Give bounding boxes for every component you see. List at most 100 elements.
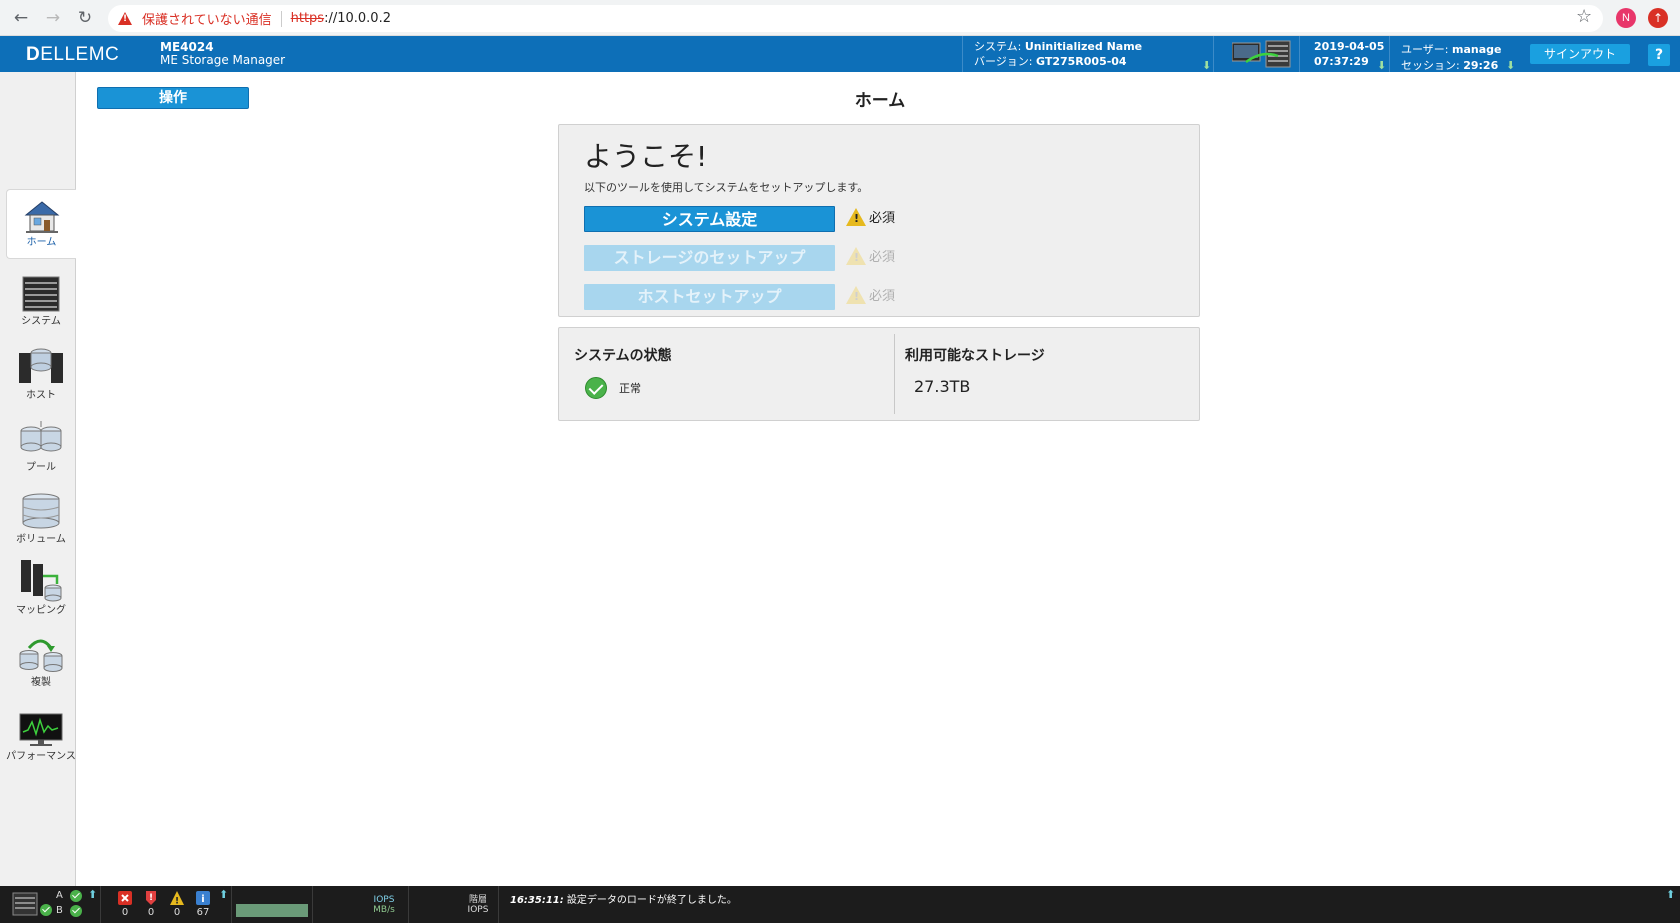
date-time[interactable]: 2019-04-05 07:37:29 bbox=[1314, 39, 1384, 69]
system-dropdown-icon[interactable]: ⬇ bbox=[1202, 59, 1211, 72]
datetime-dropdown-icon[interactable]: ⬇ bbox=[1377, 59, 1386, 72]
sidebar-item-label: マッピング bbox=[16, 605, 66, 616]
storage-system-icon bbox=[22, 276, 60, 312]
iops-mbs-label[interactable]: IOPS MB/s bbox=[368, 895, 400, 915]
home-icon bbox=[24, 201, 59, 233]
available-storage-value: 27.3TB bbox=[914, 377, 971, 396]
system-settings-button[interactable]: システム設定 bbox=[584, 206, 835, 232]
operations-button[interactable]: 操作 bbox=[97, 87, 249, 109]
activity-bar bbox=[236, 904, 308, 917]
svg-text:!: ! bbox=[175, 897, 179, 906]
storage-setup-button[interactable]: ストレージのセットアップ bbox=[584, 245, 835, 271]
sidebar-item-label: ホスト bbox=[26, 390, 56, 401]
system-info[interactable]: システム: Uninitialized Name バージョン: GT275R00… bbox=[974, 39, 1142, 69]
mapping-icon bbox=[21, 560, 62, 602]
url-protocol: https bbox=[290, 11, 325, 26]
warning-alert-icon[interactable]: ! bbox=[170, 891, 184, 905]
page-title: ホーム bbox=[854, 91, 906, 111]
sidebar-item-label: ホーム bbox=[26, 237, 57, 248]
sidebar-nav: ホーム システム ホスト プール ボリューム マッピング 複製 パフォーマンス bbox=[0, 72, 76, 886]
sidebar-item-mapping[interactable]: マッピング bbox=[6, 558, 76, 617]
required-indicator: 必須 bbox=[846, 207, 895, 226]
sidebar-item-label: 複製 bbox=[31, 677, 51, 688]
user-info[interactable]: ユーザー: manage セッション: 29:26 bbox=[1401, 42, 1501, 73]
date-value: 2019-04-05 bbox=[1314, 40, 1385, 53]
sidebar-item-label: システム bbox=[21, 316, 61, 327]
system-ok-icon bbox=[40, 904, 52, 916]
sidebar-item-hosts[interactable]: ホスト bbox=[6, 347, 76, 402]
performance-monitor-icon bbox=[19, 713, 63, 746]
svg-text:i: i bbox=[201, 894, 204, 905]
warning-count: 0 bbox=[173, 907, 181, 918]
info-count: 67 bbox=[196, 907, 210, 918]
warning-icon bbox=[846, 285, 866, 304]
info-alert-icon[interactable]: i bbox=[196, 891, 210, 905]
forward-arrow-icon[interactable]: → bbox=[42, 7, 64, 29]
svg-text:!: ! bbox=[149, 893, 153, 903]
product-info: ME4024 ME Storage Manager bbox=[160, 41, 285, 67]
host-setup-button[interactable]: ホストセットアップ bbox=[584, 284, 835, 310]
footer-divider bbox=[312, 886, 313, 923]
sidebar-item-volumes[interactable]: ボリューム bbox=[6, 491, 76, 546]
welcome-subtitle: 以下のツールを使用してシステムをセットアップします。 bbox=[584, 181, 869, 194]
status-panel: システムの状態 正常 利用可能なストレージ 27.3TB bbox=[558, 327, 1200, 421]
hosts-icon bbox=[19, 348, 63, 383]
help-button[interactable]: ? bbox=[1648, 44, 1670, 66]
sidebar-item-replication[interactable]: 複製 bbox=[6, 634, 76, 689]
warning-icon bbox=[846, 207, 866, 226]
replication-icon bbox=[19, 639, 63, 672]
system-status-value: 正常 bbox=[619, 382, 641, 395]
welcome-panel: ようこそ! 以下のツールを使用してシステムをセットアップします。 システム設定 … bbox=[558, 124, 1200, 317]
reload-icon[interactable]: ↻ bbox=[74, 7, 96, 29]
footer-divider bbox=[408, 886, 409, 923]
insecure-label: 保護されていない通信 bbox=[142, 13, 272, 28]
dell-emc-logo: DELLEMC bbox=[26, 44, 120, 65]
header-divider bbox=[1213, 36, 1214, 72]
sidebar-item-performance[interactable]: パフォーマンス bbox=[6, 712, 76, 763]
tier-iops-label[interactable]: 階層 IOPS bbox=[462, 895, 494, 915]
back-arrow-icon[interactable]: ← bbox=[10, 7, 32, 29]
pools-icon bbox=[20, 421, 62, 452]
header-divider bbox=[1389, 36, 1390, 72]
error-alert-icon[interactable]: ! bbox=[144, 891, 158, 905]
controller-b-ok-icon bbox=[70, 905, 82, 917]
critical-count: 0 bbox=[121, 907, 129, 918]
critical-alert-icon[interactable] bbox=[118, 891, 132, 905]
sidebar-item-label: ボリューム bbox=[16, 534, 66, 545]
required-indicator: 必須 bbox=[846, 246, 895, 265]
system-connection-icon[interactable] bbox=[1232, 40, 1292, 68]
required-indicator: 必須 bbox=[846, 285, 895, 304]
footer-divider bbox=[498, 886, 499, 923]
messages-expand-icon[interactable]: ⬆ bbox=[1666, 888, 1675, 901]
user-dropdown-icon[interactable]: ⬇ bbox=[1506, 59, 1515, 72]
app-header: DELLEMC ME4024 ME Storage Manager システム: … bbox=[0, 36, 1680, 72]
panel-divider bbox=[894, 334, 895, 414]
controller-a-label: A bbox=[56, 890, 63, 901]
status-ok-icon bbox=[585, 377, 607, 399]
welcome-title: ようこそ! bbox=[584, 140, 708, 173]
footer-divider bbox=[231, 886, 232, 923]
sidebar-item-label: プール bbox=[26, 462, 56, 473]
header-divider bbox=[1299, 36, 1300, 72]
warning-icon bbox=[846, 246, 866, 265]
url-separator bbox=[280, 10, 282, 27]
address-bar[interactable]: 保護されていない通信 https://10.0.0.2 bbox=[108, 5, 1603, 32]
url-host: ://10.0.0.2 bbox=[324, 11, 391, 26]
alerts-expand-icon[interactable]: ⬆ bbox=[219, 888, 228, 901]
time-value: 07:37:29 bbox=[1314, 55, 1369, 68]
bookmark-star-icon[interactable]: ☆ bbox=[1576, 6, 1592, 27]
controller-b-label: B bbox=[56, 905, 63, 916]
sidebar-item-pools[interactable]: プール bbox=[6, 419, 76, 474]
product-name: ME Storage Manager bbox=[160, 53, 286, 67]
insecure-warning-icon bbox=[118, 12, 132, 25]
health-expand-icon[interactable]: ⬆ bbox=[88, 888, 97, 901]
sidebar-item-label: パフォーマンス bbox=[6, 751, 76, 762]
browser-update-icon[interactable]: ↑ bbox=[1648, 8, 1668, 28]
footer-event-message[interactable]: 16:35:11: 設定データのロードが終了しました。 bbox=[510, 891, 737, 906]
signout-button[interactable]: サインアウト bbox=[1530, 44, 1630, 64]
sidebar-item-home[interactable]: ホーム bbox=[6, 189, 76, 259]
sidebar-item-system[interactable]: システム bbox=[6, 275, 76, 328]
system-health-icon[interactable] bbox=[12, 892, 38, 916]
profile-avatar[interactable]: N bbox=[1616, 8, 1636, 28]
available-storage-heading: 利用可能なストレージ bbox=[905, 348, 1045, 364]
